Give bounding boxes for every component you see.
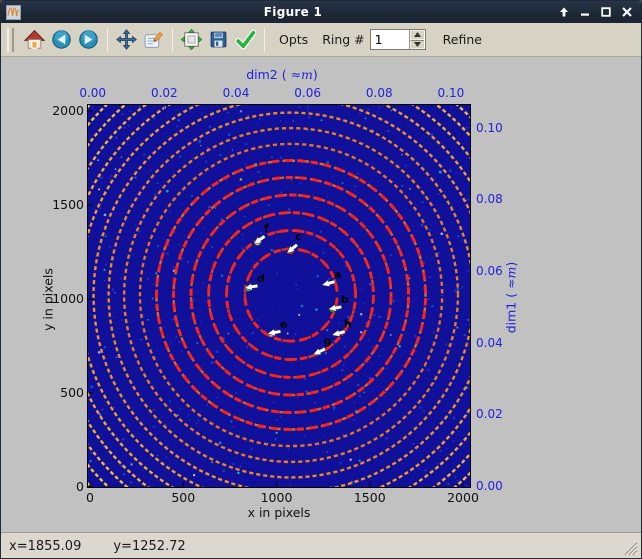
configure-subplots-icon bbox=[181, 29, 202, 50]
minimize-icon bbox=[579, 6, 591, 18]
toolbar-separator bbox=[107, 28, 108, 52]
x-tick-label: 1000 bbox=[255, 490, 299, 505]
right-tick-label: 0.00 bbox=[476, 479, 520, 493]
forward-icon bbox=[78, 29, 99, 50]
apply-button[interactable] bbox=[232, 26, 259, 53]
pan-icon bbox=[116, 29, 137, 50]
y-tick-label: 500 bbox=[40, 385, 84, 400]
maximize-button[interactable] bbox=[599, 5, 613, 19]
window-title: Figure 1 bbox=[1, 5, 585, 19]
bottom-axis-label: x in pixels bbox=[179, 505, 379, 520]
top-axis-label: dim2 ( ≈m) bbox=[182, 67, 382, 82]
ring-number-spinbox bbox=[370, 29, 426, 50]
statusbar: x=1855.09 y=1252.72 bbox=[1, 532, 641, 559]
right-tick-label: 0.04 bbox=[476, 336, 520, 350]
top-tick-label: 0.06 bbox=[286, 86, 330, 100]
y-tick-label: 1000 bbox=[40, 291, 84, 306]
control-point-label: g bbox=[324, 335, 332, 348]
toolbar-separator bbox=[264, 28, 265, 52]
top-tick-label: 0.00 bbox=[71, 86, 115, 100]
opts-button[interactable]: Opts bbox=[276, 32, 311, 47]
figure-canvas: abcdefgh dim2 ( ≈m) x in pixels y in pix… bbox=[1, 57, 641, 532]
x-tick-label: 500 bbox=[161, 490, 205, 505]
right-tick-label: 0.02 bbox=[476, 407, 520, 421]
forward-button[interactable] bbox=[75, 26, 102, 53]
maximize-icon bbox=[600, 6, 612, 18]
resize-grip[interactable] bbox=[623, 541, 638, 556]
save-icon bbox=[208, 29, 229, 50]
home-button[interactable] bbox=[21, 26, 48, 53]
chevron-up-icon bbox=[414, 32, 421, 37]
top-tick-label: 0.08 bbox=[357, 86, 401, 100]
window-controls bbox=[557, 1, 634, 23]
control-point-label: h bbox=[344, 318, 352, 331]
save-button[interactable] bbox=[205, 26, 232, 53]
y-tick-label: 0 bbox=[40, 479, 84, 494]
configure-subplots-button[interactable] bbox=[178, 26, 205, 53]
cursor-x-readout: x=1855.09 bbox=[9, 539, 81, 554]
control-point-label: d bbox=[257, 272, 265, 285]
right-tick-label: 0.10 bbox=[476, 121, 520, 135]
ring-number-label: Ring # bbox=[319, 32, 367, 47]
y-tick-label: 1500 bbox=[40, 197, 84, 212]
cursor-y-readout: y=1252.72 bbox=[113, 539, 185, 554]
right-tick-label: 0.08 bbox=[476, 192, 520, 206]
close-button[interactable] bbox=[620, 5, 634, 19]
toolbar-separator bbox=[172, 28, 173, 52]
refine-button[interactable]: Refine bbox=[440, 32, 485, 47]
check-icon bbox=[235, 29, 256, 50]
pan-button[interactable] bbox=[113, 26, 140, 53]
control-point-label: c bbox=[295, 230, 302, 243]
close-icon bbox=[621, 6, 633, 18]
top-tick-label: 0.10 bbox=[429, 86, 473, 100]
x-tick-label: 1500 bbox=[348, 490, 392, 505]
control-point-label: a bbox=[334, 268, 341, 281]
control-point-label: b bbox=[341, 293, 349, 306]
top-tick-label: 0.02 bbox=[142, 86, 186, 100]
home-icon bbox=[24, 29, 45, 50]
arrow-up-icon bbox=[558, 6, 570, 18]
figure-window: Figure 1 bbox=[0, 0, 642, 559]
control-point-label: f bbox=[264, 222, 269, 235]
edit-icon bbox=[143, 29, 164, 50]
ring-number-input[interactable] bbox=[371, 30, 409, 49]
top-tick-label: 0.04 bbox=[214, 86, 258, 100]
titlebar: Figure 1 bbox=[1, 1, 641, 23]
edit-button[interactable] bbox=[140, 26, 167, 53]
back-button[interactable] bbox=[48, 26, 75, 53]
shade-button[interactable] bbox=[557, 5, 571, 19]
diffraction-image[interactable]: ab c d e f gh bbox=[88, 105, 470, 487]
spin-down-button[interactable] bbox=[410, 40, 424, 50]
control-point-label: e bbox=[280, 318, 287, 331]
right-tick-label: 0.06 bbox=[476, 264, 520, 278]
toolbar: Opts Ring # Refine bbox=[1, 23, 641, 57]
back-icon bbox=[51, 29, 72, 50]
minimize-button[interactable] bbox=[578, 5, 592, 19]
y-tick-label: 2000 bbox=[40, 103, 84, 118]
chevron-down-icon bbox=[414, 42, 421, 47]
toolbar-grip[interactable] bbox=[7, 28, 14, 52]
spin-up-button[interactable] bbox=[410, 30, 424, 40]
